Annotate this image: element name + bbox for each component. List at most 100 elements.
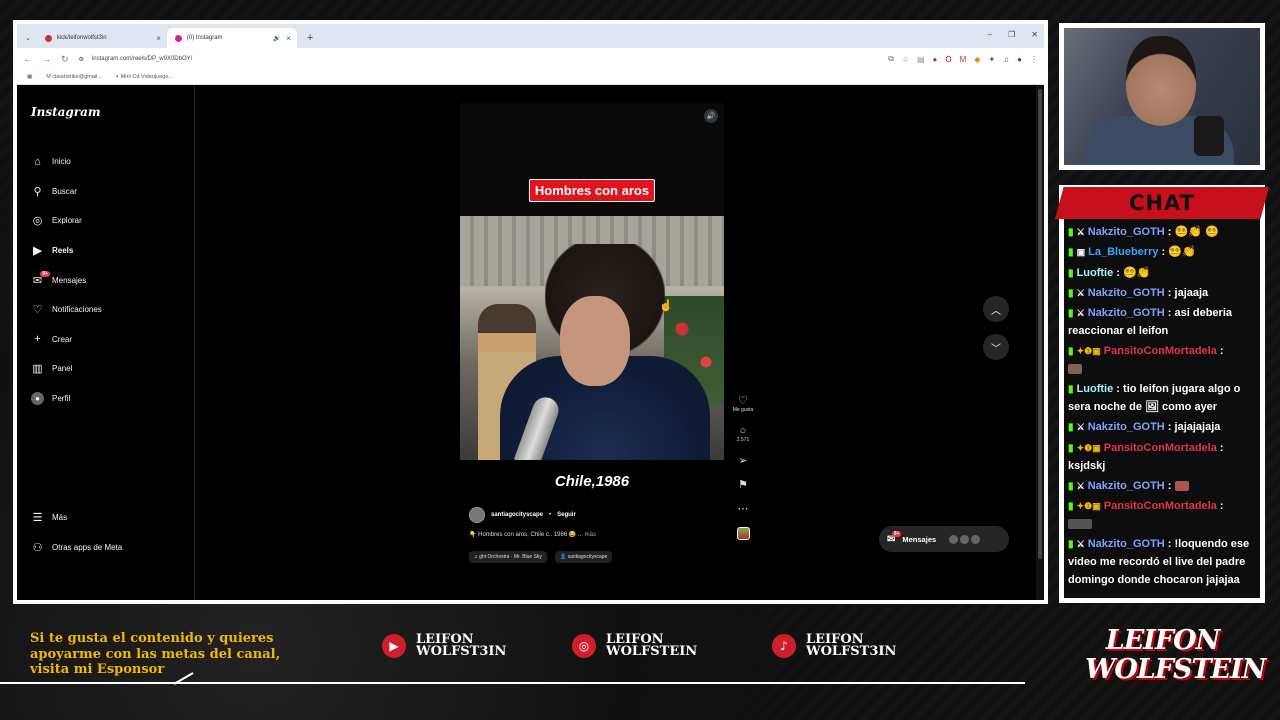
volume-icon[interactable]: 🔊 [704,109,718,123]
reel-actions: ♡ Me gusta ○ 2.571 ➢ ⚑ ⋯ [728,395,758,552]
puzzle-icon[interactable]: ✦ [988,55,995,64]
tab-label: (0) Instagram [186,35,223,41]
site-info-icon[interactable]: ⚙ [79,56,84,63]
instagram-logo[interactable]: Instagram [31,105,101,119]
more-options-button[interactable]: ⋯ [738,503,749,515]
reel-video[interactable]: 🔊 Hombres con aros Chile,1986 santiagoci… [460,103,724,571]
ellipsis-icon: ⋯ [737,503,749,515]
heart-icon: ♡ [738,395,748,407]
author-avatar[interactable] [469,507,485,523]
home-icon: ⌂ [34,155,41,168]
tab-search-icon[interactable]: ⌄ [25,34,31,42]
mouse-cursor-icon: ☝ [659,300,673,312]
opera-icon[interactable]: O [945,55,951,64]
chat-message: ▮ ⚔ Nakzito_GOTH : jajaaja [1068,286,1209,299]
kick-badge-icon: ▮ [1068,501,1074,513]
separator-dot: • [549,512,552,518]
browser-window: ⌄ kick/leifonwolfst3in × (0) Instagram 🔊… [17,24,1044,600]
instagram-page: Instagram ⌂ Inicio ⚲ Buscar ◎ Explorar ▶ Ree… [17,85,1044,600]
sidebar-item-notificaciones[interactable]: ♡ Notificaciones [31,295,102,325]
tagged-user-pill[interactable]: 👤 santiagocityscape [554,551,613,563]
forward-icon[interactable]: → [42,54,51,64]
sidebar-item-label: Otras apps de Meta [52,542,123,552]
kick-favicon-icon [44,34,52,42]
comment-button[interactable]: ○ 2.571 [737,425,750,443]
sidebar-item-meta-apps[interactable]: ⚇ Otras apps de Meta [31,533,123,563]
instagram-favicon-icon [174,34,182,42]
follow-button[interactable]: Seguir [557,512,576,518]
sidebar-item-label: Más [52,513,68,523]
messages-button[interactable]: ✉ 9+ Mensajes [879,526,1009,552]
sidebar-item-perfil[interactable]: ● Perfil [31,384,102,414]
new-tab-button[interactable]: + [307,32,313,44]
sidebar-item-explorar[interactable]: ◎ Explorar [31,206,102,236]
url-text: instagram.com/reels/DP_w9X0DbOY/ [91,56,193,62]
chat-message: ▮ ▣ La_Blueberry : 😵‍💫👏 [1068,246,1196,259]
sub-badge-icon: ✦❶▣ [1076,442,1101,453]
profile-avatar-icon[interactable]: ● [1017,55,1022,64]
kick-badge-icon: ▮ [1068,539,1074,551]
tab-instagram[interactable]: (0) Instagram 🔊 × [166,28,297,48]
close-window-icon[interactable]: ✕ [1031,30,1038,39]
kick-badge-icon: ▮ [1068,422,1074,434]
media-icon[interactable]: ♫ [1003,55,1009,64]
sidebar-item-reels[interactable]: ▶ Reels [31,236,102,266]
reel-author-row: santiagocityscape • Seguir [469,507,576,523]
kick-badge-icon: ▮ [1068,442,1074,454]
webcam-feed [1064,28,1260,165]
extension-icon[interactable]: ▤ [917,55,925,64]
share-button[interactable]: ➢ [738,455,747,467]
url-field[interactable]: ⚙ instagram.com/reels/DP_w9X0DbOY/ [79,56,879,63]
likes-label: Me gusta [732,407,754,413]
badge-icon: ▣ [1076,247,1086,258]
sidebar-item-mas[interactable]: ☰ Más [31,503,122,533]
sidebar-item-buscar[interactable]: ⚲ Buscar [31,177,102,207]
bookmark-videojuego[interactable]: ◐ Mini Cd Videojuego... [116,74,173,80]
author-name[interactable]: santiagocityscape [491,512,543,518]
gmail-icon[interactable]: M [960,55,967,64]
send-icon: ➢ [738,455,748,467]
chat-message: ▮ Luoftie : tio leifon jugara algo o ser… [1068,383,1241,414]
sponsor-text: Si te gusta el contenido y quieres apoya… [30,631,281,677]
messenger-icon: ✉ 9+ [32,270,50,287]
bookmark-gmail[interactable]: M claudstrike@gmail... [46,74,102,80]
chat-message: ▮ ⚔ Nakzito_GOTH : !loquendo ese video m… [1068,538,1250,586]
extension-icon[interactable]: ◆ [974,55,980,64]
menu-kebab-icon[interactable]: ⋮ [1030,55,1038,64]
sidebar-item-crear[interactable]: + Crear [31,325,102,355]
restore-icon[interactable]: ❐ [1008,30,1015,39]
comment-icon: ○ [739,425,747,437]
like-button[interactable]: ♡ Me gusta [733,395,754,413]
badge-icon: ⚔ [1076,308,1085,319]
sidebar-item-inicio[interactable]: ⌂ Inicio [31,147,102,177]
kick-badge-icon: ▮ [1068,287,1074,299]
reel-title-overlay: Hombres con aros [528,179,656,202]
reload-icon[interactable]: ↻ [61,54,69,65]
save-button[interactable]: ⚑ [738,479,748,491]
next-reel-button[interactable]: ﹀ [983,334,1009,360]
badge-icon: ⚔ [1076,287,1085,298]
bookmark-star-icon[interactable]: ☆ [902,55,909,64]
previous-reel-button[interactable]: ︿ [983,296,1009,322]
close-tab-icon[interactable]: × [286,34,291,43]
close-tab-icon[interactable]: × [156,34,161,43]
notification-badge: 9+ [40,270,50,277]
minimize-icon[interactable]: – [988,30,992,39]
comments-count: 2.571 [736,437,750,443]
audio-pill[interactable]: ♫ ght Orchestra · Mr. Blue Sky [469,551,547,563]
speaker-icon[interactable]: 🔊 [273,35,280,42]
sidebar-item-label: Panel [52,364,73,374]
sidebar-item-panel[interactable]: ▥ Panel [31,354,102,384]
more-link[interactable]: más [585,532,596,538]
reel-video-frame [460,216,724,460]
sidebar-item-mensajes[interactable]: ✉ 9+ Mensajes [31,265,102,295]
audio-thumbnail[interactable] [736,527,750,540]
chat-message: ▮ ✦❶▣ PansitoConMortadela : [1068,498,1256,534]
apps-grid-icon[interactable]: ▦ [27,74,32,80]
back-icon[interactable]: ← [23,54,32,64]
search-icon: ⚲ [33,185,42,198]
install-app-icon[interactable]: ⧉ [888,54,894,64]
page-scrollbar[interactable] [1036,85,1044,600]
tab-kick[interactable]: kick/leifonwolfst3in × [37,28,167,48]
extension-icon[interactable]: ● [933,55,938,64]
